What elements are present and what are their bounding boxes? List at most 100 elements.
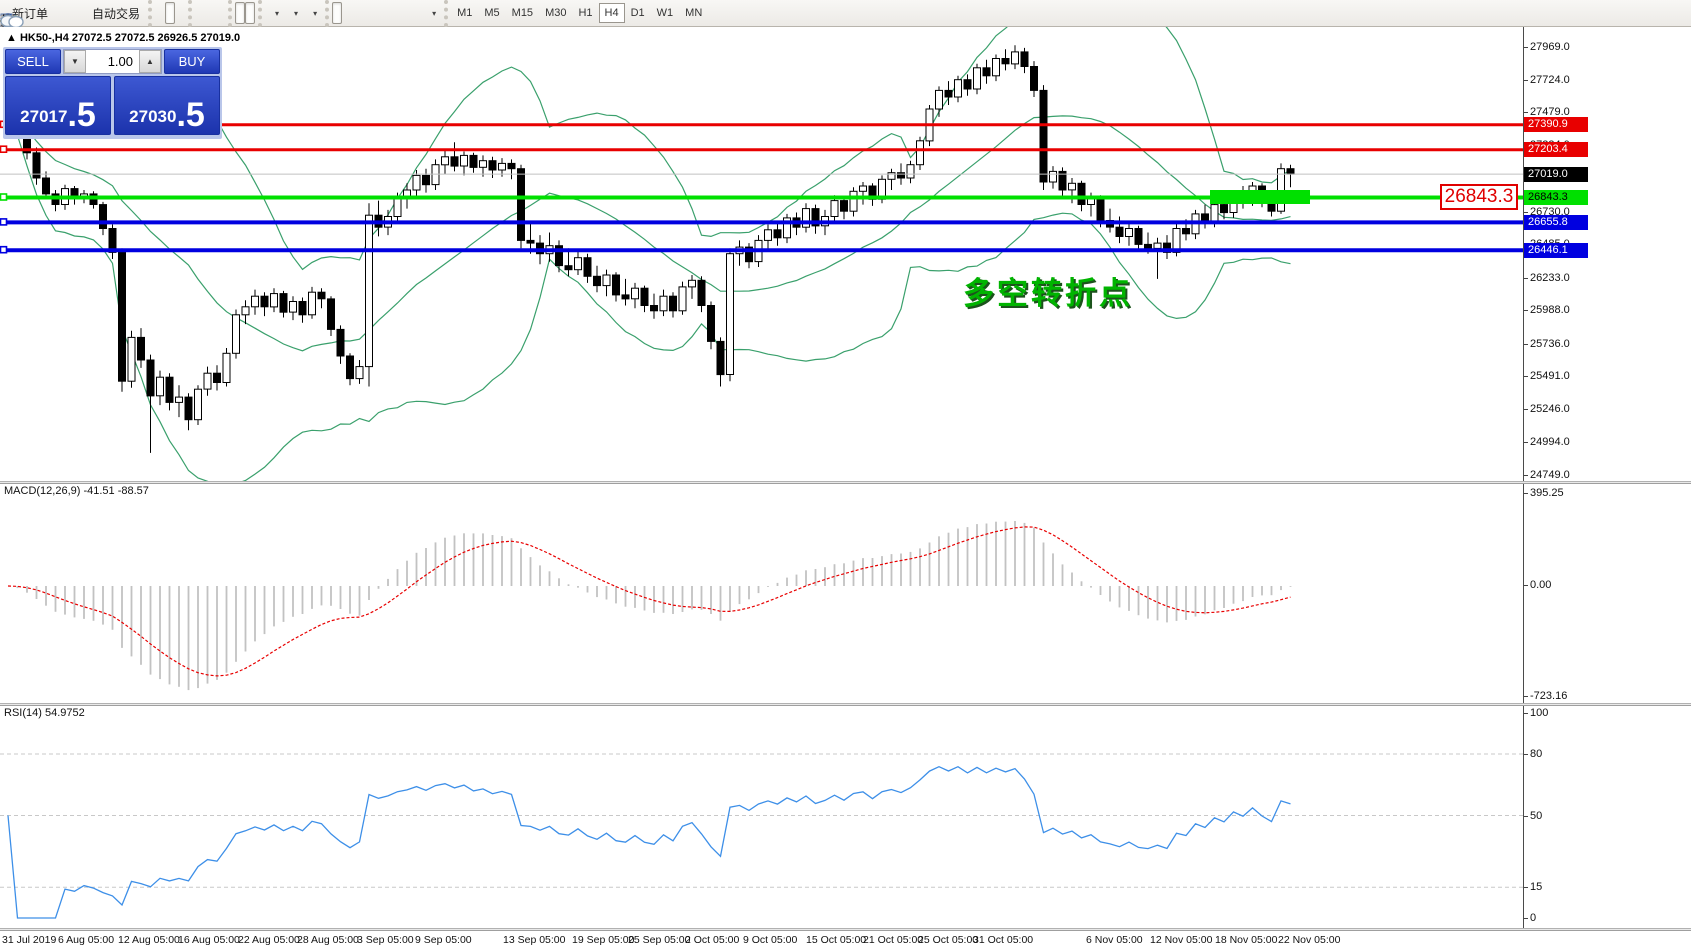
time-tick: 16 Aug 05:00 — [178, 934, 240, 946]
toolbar-group-2 — [188, 0, 228, 27]
volume-increase-button[interactable]: ▲ — [139, 50, 161, 73]
time-tick: 12 Aug 05:00 — [118, 934, 180, 946]
trendline-button[interactable] — [372, 2, 382, 24]
line-chart-button[interactable] — [175, 2, 185, 24]
channel-button[interactable]: E — [382, 2, 392, 24]
sell-button[interactable]: SELL — [5, 49, 61, 74]
hline-button[interactable] — [362, 2, 372, 24]
timeframe-h1-button[interactable]: H1 — [572, 3, 598, 23]
rsi-tick: 100 — [1530, 707, 1548, 719]
time-tick: 22 Nov 05:00 — [1278, 934, 1340, 946]
macd-label: MACD(12,26,9) -41.51 -88.57 — [4, 485, 149, 497]
timeframe-m1-button[interactable]: M1 — [451, 3, 478, 23]
rsi-tick: 15 — [1530, 881, 1542, 893]
time-tick: 2 Oct 05:00 — [685, 934, 739, 946]
highlight-bar-object[interactable] — [1210, 190, 1310, 204]
buy-button[interactable]: BUY — [164, 49, 220, 74]
time-tick: 18 Nov 05:00 — [1215, 934, 1277, 946]
price-tick: 26233.0 — [1530, 272, 1570, 284]
chevron-down-icon[interactable]: ▾ — [313, 9, 317, 18]
time-tick: 19 Sep 05:00 — [572, 934, 634, 946]
volume-input[interactable] — [86, 50, 139, 73]
time-tick: 9 Sep 05:00 — [415, 934, 472, 946]
rsi-label: RSI(14) 54.9752 — [4, 707, 85, 719]
macd-tick: 0.00 — [1530, 579, 1551, 591]
chevron-down-icon[interactable]: ▾ — [294, 9, 298, 18]
toolbar-group-5: EFAT ▾ — [325, 0, 444, 27]
market-button[interactable] — [63, 2, 73, 24]
zoom-in-button[interactable] — [195, 2, 205, 24]
text-button[interactable]: A — [402, 2, 412, 24]
price-axis-border — [1523, 27, 1524, 930]
rsi-panel[interactable] — [0, 706, 1523, 928]
metaeditor-button[interactable] — [53, 2, 63, 24]
label-button[interactable]: T — [412, 2, 422, 24]
time-tick: 6 Nov 05:00 — [1086, 934, 1143, 946]
timeframe-m30-button[interactable]: M30 — [539, 3, 572, 23]
chart-shift-button[interactable] — [245, 2, 255, 24]
timeframe-mn-button[interactable]: MN — [679, 3, 708, 23]
macd-tick: -723.16 — [1530, 690, 1567, 702]
volume-decrease-button[interactable]: ▼ — [64, 50, 86, 73]
rsi-tick: 50 — [1530, 810, 1542, 822]
timeframe-d1-button[interactable]: D1 — [625, 3, 651, 23]
price-tick: 25491.0 — [1530, 370, 1570, 382]
zoom-out-button[interactable] — [205, 2, 215, 24]
toolbar-group-1 — [148, 0, 188, 27]
macd-panel[interactable] — [0, 484, 1523, 703]
auto-scroll-button[interactable] — [235, 2, 245, 24]
price-tick: 25246.0 — [1530, 403, 1570, 415]
time-tick: 25 Sep 05:00 — [628, 934, 690, 946]
toolbar: 新订单自动交易▾▾▾EFAT▾M1M5M15M30H1H4D1W1MN — [0, 0, 1691, 27]
main-macd-separator[interactable] — [0, 481, 1691, 484]
fibonacci-button[interactable]: F — [392, 2, 402, 24]
cursor-button[interactable] — [332, 2, 342, 24]
templates-button[interactable]: ▾ — [303, 2, 322, 24]
rsi-tick: 0 — [1530, 912, 1536, 924]
time-tick: 13 Sep 05:00 — [503, 934, 565, 946]
time-tick: 22 Aug 05:00 — [238, 934, 300, 946]
hline-price-tag: 27390.9 — [1524, 117, 1588, 132]
chevron-down-icon[interactable]: ▾ — [432, 9, 436, 18]
crosshair-button[interactable] — [342, 2, 352, 24]
timeframe-h4-button[interactable]: H4 — [599, 3, 625, 23]
price-tick: 24749.0 — [1530, 469, 1570, 481]
periods-button[interactable]: ▾ — [284, 2, 303, 24]
vline-button[interactable] — [352, 2, 362, 24]
hline-price-tag: 26843.3 — [1524, 190, 1588, 205]
hline-price-tag: 27203.4 — [1524, 142, 1588, 157]
macd-rsi-separator[interactable] — [0, 703, 1691, 706]
timeframe-m5-button[interactable]: M5 — [478, 3, 505, 23]
main-price-chart[interactable] — [0, 27, 1523, 481]
shapes-button[interactable]: ▾ — [422, 2, 441, 24]
time-tick: 3 Sep 05:00 — [357, 934, 414, 946]
price-label-object[interactable]: 26843.3 — [1440, 184, 1518, 210]
time-tick: 12 Nov 05:00 — [1150, 934, 1212, 946]
chinese-annotation[interactable]: 多空转折点 — [963, 268, 1133, 313]
autotrading-button[interactable]: 自动交易 — [83, 2, 145, 24]
hline-price-tag: 26655.8 — [1524, 215, 1588, 230]
toolbar-group-4: ▾ ▾ ▾ — [258, 0, 325, 27]
chart-region[interactable]: ▲ HK50-,H4 27072.5 27072.5 26926.5 27019… — [0, 27, 1691, 952]
timeframe-w1-button[interactable]: W1 — [651, 3, 680, 23]
timeframe-m15-button[interactable]: M15 — [506, 3, 539, 23]
time-axis-separator — [0, 928, 1691, 931]
time-tick: 25 Oct 05:00 — [918, 934, 978, 946]
price-tick: 24994.0 — [1530, 436, 1570, 448]
buy-price-display[interactable]: 27030 .5 — [114, 76, 220, 135]
rsi-tick: 80 — [1530, 748, 1542, 760]
tile-windows-button[interactable] — [215, 2, 225, 24]
chevron-down-icon[interactable]: ▾ — [275, 9, 279, 18]
candle-chart-button[interactable] — [165, 2, 175, 24]
time-tick: 31 Oct 05:00 — [973, 934, 1033, 946]
indicators-button[interactable]: ▾ — [265, 2, 284, 24]
timeframe-group: M1M5M15M30H1H4D1W1MN — [444, 0, 711, 27]
time-tick: 15 Oct 05:00 — [806, 934, 866, 946]
time-tick: 9 Oct 05:00 — [743, 934, 797, 946]
time-tick: 6 Aug 05:00 — [58, 934, 114, 946]
signals-button[interactable] — [73, 2, 83, 24]
hline-price-tag: 26446.1 — [1524, 243, 1588, 258]
sell-price-display[interactable]: 27017 .5 — [5, 76, 111, 135]
bar-chart-button[interactable] — [155, 2, 165, 24]
toolbar-group-3 — [228, 0, 258, 27]
